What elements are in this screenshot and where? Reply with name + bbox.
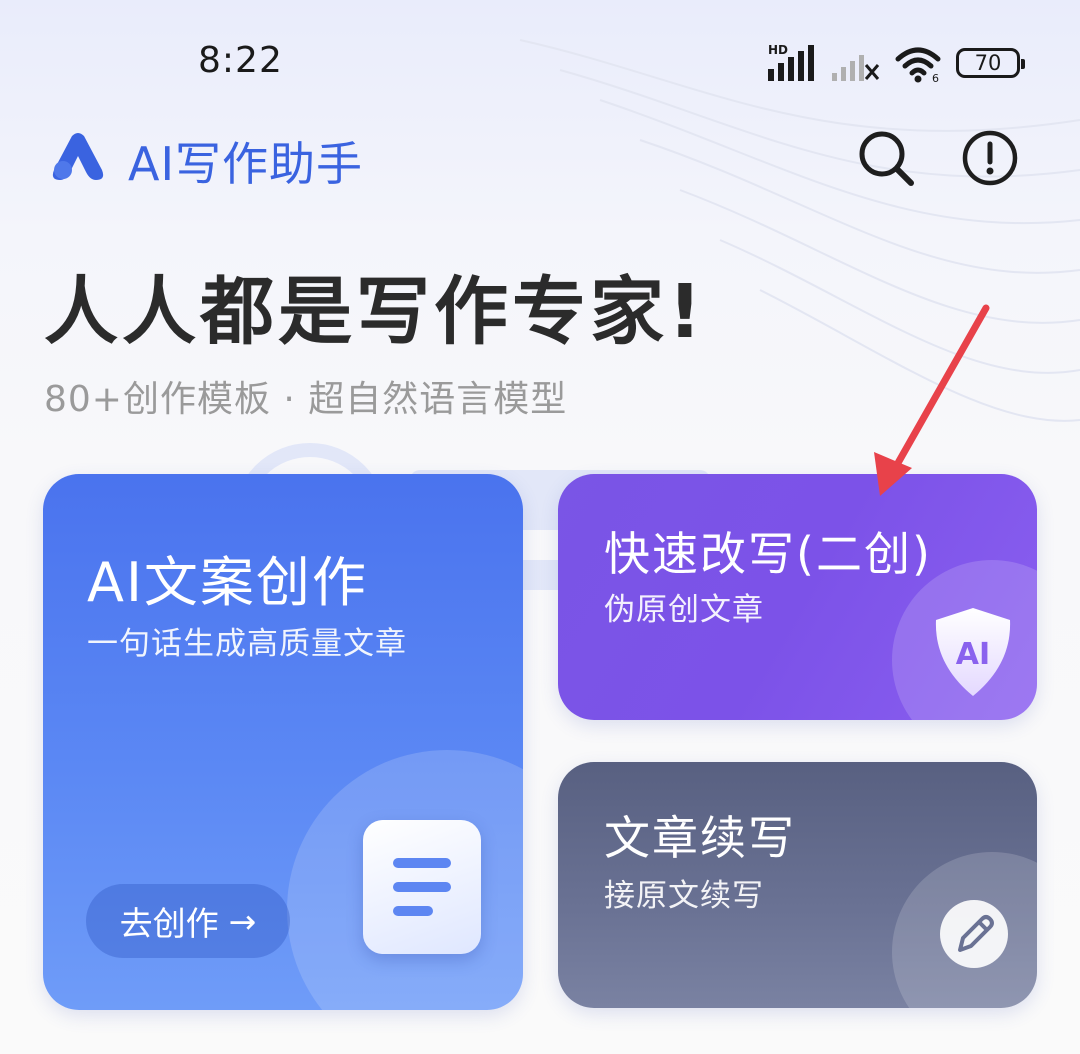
app-title: AI写作助手 <box>128 137 364 191</box>
status-time: 8:22 <box>198 40 283 81</box>
info-button[interactable] <box>960 128 1020 188</box>
go-create-label: 去创作 <box>119 904 219 943</box>
arrow-right-icon: → <box>228 901 257 941</box>
hero-subtitle: 80+创作模板 · 超自然语言模型 <box>44 379 568 420</box>
status-icons: HD 6 70 <box>768 40 1025 86</box>
signal-weak-icon <box>832 55 880 81</box>
battery-indicator: 70 <box>956 48 1025 78</box>
pen-icon <box>940 900 1008 968</box>
ai-shield-icon: AI <box>935 608 1011 696</box>
continue-writing-card[interactable]: 文章续写 接原文续写 <box>558 762 1037 1008</box>
ai-badge-label: AI <box>956 637 990 672</box>
continue-writing-desc: 接原文续写 <box>604 878 764 914</box>
svg-text:6: 6 <box>932 72 939 83</box>
wifi-icon: 6 <box>895 47 941 83</box>
continue-writing-title: 文章续写 <box>604 811 796 865</box>
ai-copywriting-title: AI文案创作 <box>87 551 368 614</box>
network-label: HD <box>768 43 788 57</box>
search-icon <box>859 131 914 186</box>
app-header: AI写作助手 <box>0 110 1080 200</box>
info-icon <box>962 130 1018 186</box>
quick-rewrite-title: 快速改写(二创) <box>604 527 932 581</box>
app-logo-icon <box>52 133 104 180</box>
status-bar: 8:22 HD 6 70 <box>0 0 1080 120</box>
go-create-button[interactable]: 去创作 → <box>86 884 290 958</box>
quick-rewrite-desc: 伪原创文章 <box>604 592 764 628</box>
ai-copywriting-card[interactable]: AI文案创作 一句话生成高质量文章 去创作 → <box>43 474 523 1010</box>
signal-icon: HD <box>768 43 814 81</box>
quick-rewrite-card[interactable]: 快速改写(二创) 伪原创文章 AI <box>558 474 1037 720</box>
hero-title: 人人都是写作专家! <box>44 269 706 355</box>
document-icon <box>363 820 481 954</box>
ai-copywriting-desc: 一句话生成高质量文章 <box>87 626 407 662</box>
search-button[interactable] <box>856 128 916 188</box>
